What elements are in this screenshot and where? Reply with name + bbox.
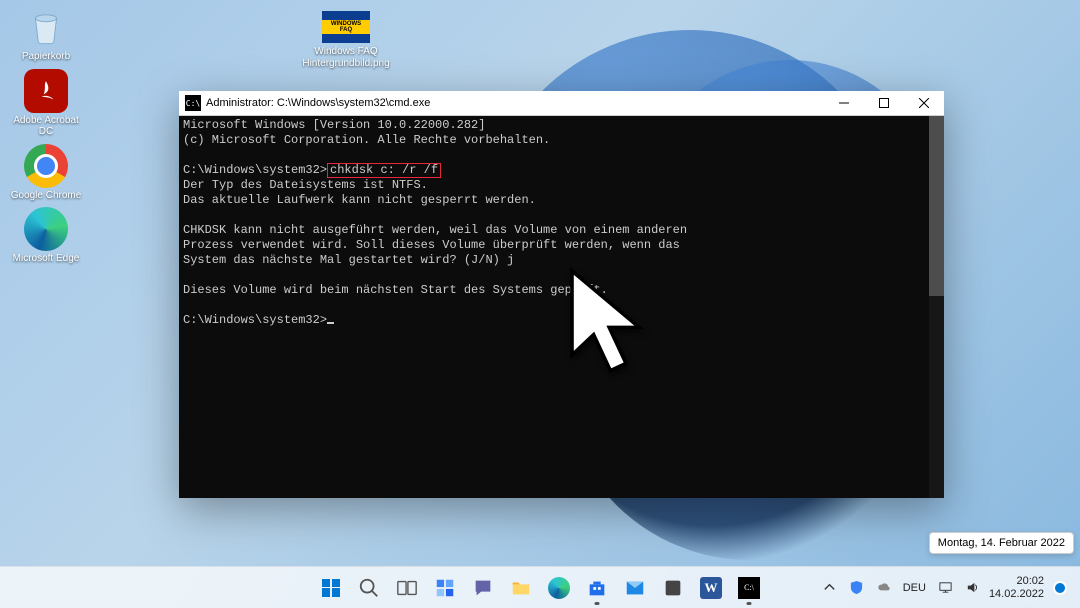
edge-button[interactable] <box>541 570 577 606</box>
search-icon <box>358 577 380 599</box>
word-icon: W <box>700 577 722 599</box>
text-cursor <box>327 322 334 324</box>
cloud-icon <box>876 580 891 595</box>
tray-network[interactable] <box>935 570 956 606</box>
search-button[interactable] <box>351 570 387 606</box>
explorer-button[interactable] <box>503 570 539 606</box>
tray-onedrive[interactable] <box>873 570 894 606</box>
desktop-icon-label: Papierkorb <box>8 51 84 63</box>
recycle-bin-icon <box>24 5 68 49</box>
task-view-icon <box>396 577 418 599</box>
desktop-icon-label: Adobe Acrobat DC <box>8 115 84 138</box>
tray-notifications[interactable] <box>1050 570 1070 606</box>
highlighted-command: chkdsk c: /r /f <box>327 163 441 178</box>
desktop-file-label: Windows FAQ Hintergrundbild.png <box>296 46 396 69</box>
shield-icon <box>849 580 864 595</box>
word-button[interactable]: W <box>693 570 729 606</box>
tray-language[interactable]: DEU <box>900 570 929 606</box>
taskbar[interactable]: W C:\ DEU 20:02 14.02.2022 <box>0 566 1080 608</box>
close-button[interactable] <box>904 91 944 116</box>
mail-button[interactable] <box>617 570 653 606</box>
task-view-button[interactable] <box>389 570 425 606</box>
desktop-file-wallpaper-png[interactable]: WINDOWS FAQ Windows FAQ Hintergrundbild.… <box>296 5 396 69</box>
desktop-icon-acrobat[interactable]: Adobe Acrobat DC <box>8 69 84 138</box>
widgets-button[interactable] <box>427 570 463 606</box>
chrome-icon <box>24 144 68 188</box>
edge-icon <box>548 577 570 599</box>
store-button[interactable] <box>579 570 615 606</box>
widgets-icon <box>434 577 456 599</box>
desktop-icon-label: Microsoft Edge <box>8 253 84 265</box>
cmd-taskbar-icon: C:\ <box>738 577 760 599</box>
file-thumbnail: WINDOWS FAQ <box>322 11 370 43</box>
window-titlebar[interactable]: C:\ Administrator: C:\Windows\system32\c… <box>179 91 944 116</box>
notification-badge-icon <box>1053 581 1067 595</box>
desktop-icon-edge[interactable]: Microsoft Edge <box>8 207 84 265</box>
scrollbar-thumb[interactable] <box>929 116 944 296</box>
mail-icon <box>624 577 646 599</box>
console-scrollbar[interactable] <box>929 116 944 498</box>
tray-chevron[interactable] <box>819 570 840 606</box>
desktop-icon-label: Google Chrome <box>8 190 84 202</box>
desktop-icon-recycle-bin[interactable]: Papierkorb <box>8 5 84 63</box>
cmd-window[interactable]: C:\ Administrator: C:\Windows\system32\c… <box>179 91 944 498</box>
chat-button[interactable] <box>465 570 501 606</box>
chat-icon <box>472 577 494 599</box>
start-button[interactable] <box>313 570 349 606</box>
maximize-button[interactable] <box>864 91 904 116</box>
system-tray: DEU 20:02 14.02.2022 <box>819 570 1080 606</box>
cmd-icon: C:\ <box>185 95 201 111</box>
edge-icon <box>24 207 68 251</box>
network-icon <box>938 580 953 595</box>
chevron-up-icon <box>822 580 837 595</box>
app-icon <box>662 577 684 599</box>
speaker-icon <box>965 580 980 595</box>
folder-icon <box>510 577 532 599</box>
store-icon <box>586 577 608 599</box>
minimize-button[interactable] <box>824 91 864 116</box>
desktop-icon-chrome[interactable]: Google Chrome <box>8 144 84 202</box>
clock-date: 14.02.2022 <box>989 588 1044 601</box>
date-tooltip: Montag, 14. Februar 2022 <box>929 532 1074 554</box>
clock-time: 20:02 <box>989 575 1044 588</box>
cmd-taskbar-button[interactable]: C:\ <box>731 570 767 606</box>
window-title: Administrator: C:\Windows\system32\cmd.e… <box>206 97 824 109</box>
tray-security[interactable] <box>846 570 867 606</box>
acrobat-icon <box>24 69 68 113</box>
windows-logo-icon <box>322 579 340 597</box>
console-output[interactable]: Microsoft Windows [Version 10.0.22000.28… <box>179 116 944 498</box>
tray-clock[interactable]: 20:02 14.02.2022 <box>989 575 1044 600</box>
app-button[interactable] <box>655 570 691 606</box>
tray-volume[interactable] <box>962 570 983 606</box>
